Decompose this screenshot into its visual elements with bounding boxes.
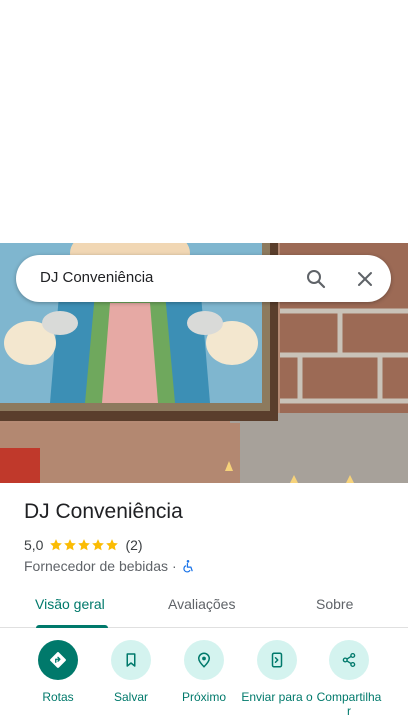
category-label: Fornecedor de bebidas — [24, 558, 168, 574]
directions-icon — [50, 652, 66, 668]
star-icon — [64, 539, 77, 551]
tab-bar: Visão geral Avaliações Sobre — [0, 584, 408, 628]
tab-reviews[interactable]: Avaliações — [168, 596, 235, 612]
category-row: Fornecedor de bebidas · — [24, 557, 195, 575]
map-blank-area[interactable] — [0, 0, 408, 243]
nearby-icon — [197, 652, 211, 668]
share-button[interactable]: Compartilha r — [309, 640, 389, 718]
nearby-button[interactable]: Próximo — [164, 640, 244, 704]
star-icon — [106, 539, 119, 551]
tab-about[interactable]: Sobre — [316, 596, 353, 612]
search-icon[interactable] — [304, 267, 328, 291]
save-label: Salvar — [113, 690, 148, 704]
place-details-page: DJ Conveniência DJ Conveniência 5,0 (2) — [0, 0, 408, 726]
place-title: DJ Conveniência — [24, 500, 183, 523]
send-to-phone-icon — [271, 652, 283, 668]
directions-label: Rotas — [42, 690, 74, 704]
star-rating — [49, 538, 119, 552]
save-button[interactable]: Salvar — [91, 640, 171, 704]
search-bar[interactable]: DJ Conveniência — [16, 255, 391, 302]
action-buttons: Rotas Salvar Próximo Enviar para o Compa… — [0, 640, 408, 726]
review-count[interactable]: (2) — [125, 537, 142, 553]
wheelchair-accessible-icon — [183, 560, 193, 573]
active-tab-indicator — [36, 625, 108, 628]
search-input[interactable]: DJ Conveniência — [40, 269, 153, 286]
send-to-phone-button[interactable]: Enviar para o — [237, 640, 317, 704]
star-icon — [92, 539, 105, 551]
tab-overview[interactable]: Visão geral — [35, 596, 105, 612]
bookmark-icon — [126, 653, 136, 667]
send-to-phone-label: Enviar para o — [241, 690, 313, 704]
share-label: Compartilha r — [316, 690, 382, 718]
nearby-label: Próximo — [181, 690, 226, 704]
star-icon — [78, 539, 91, 551]
star-icon — [50, 539, 63, 551]
close-icon[interactable] — [353, 267, 377, 291]
rating-value: 5,0 — [24, 537, 44, 553]
directions-button[interactable]: Rotas — [18, 640, 98, 704]
separator-dot: · — [172, 558, 177, 574]
rating-row[interactable]: 5,0 (2) — [24, 536, 143, 554]
share-icon — [342, 652, 356, 668]
